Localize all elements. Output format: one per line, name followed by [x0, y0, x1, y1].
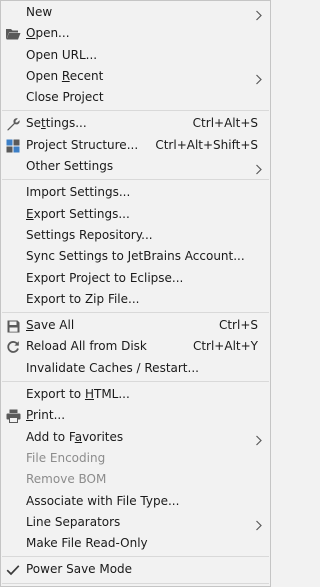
- menu-item-label: Line Separators: [26, 514, 121, 529]
- project-structure-icon: [5, 138, 21, 154]
- menu-item-label: Add to Favorites: [26, 429, 124, 444]
- menu-item-label: Other Settings: [26, 159, 114, 174]
- chevron-right-icon: [254, 7, 264, 21]
- menu-item-associate-with-file-type[interactable]: Associate with File Type...: [1, 491, 270, 512]
- menu-item-export-to-zip-file[interactable]: Export to Zip File...: [1, 289, 270, 310]
- menu-item-make-file-read-only[interactable]: Make File Read-Only: [1, 533, 270, 554]
- menu-item-other-settings[interactable]: Other Settings: [1, 156, 270, 177]
- menu-item-label: Export to HTML...: [26, 387, 130, 402]
- menu-item-shortcut: Ctrl+Alt+Y: [192, 339, 258, 354]
- menu-item-label: Print...: [26, 408, 66, 423]
- menu-item-label: Power Save Mode: [26, 562, 133, 577]
- menu-item-settings[interactable]: Settings... Ctrl+Alt+S: [1, 113, 270, 134]
- menu-item-label: Open URL...: [26, 47, 98, 62]
- menu-item-power-save-mode[interactable]: Power Save Mode: [1, 559, 270, 580]
- menu-item-label: Reload All from Disk: [26, 339, 147, 354]
- menu-item-add-to-favorites[interactable]: Add to Favorites: [1, 427, 270, 448]
- menu-item-save-all[interactable]: Save All Ctrl+S: [1, 315, 270, 336]
- chevron-right-icon: [254, 161, 264, 175]
- menu-item-label: Settings...: [26, 116, 87, 131]
- folder-open-icon: [5, 26, 21, 42]
- menu-item-close-project[interactable]: Close Project: [1, 87, 270, 108]
- menu-item-label: Close Project: [26, 90, 104, 105]
- wrench-icon: [5, 116, 21, 132]
- menu-item-file-encoding: File Encoding: [1, 448, 270, 469]
- menu-item-invalidate-caches-restart[interactable]: Invalidate Caches / Restart...: [1, 358, 270, 379]
- chevron-right-icon: [254, 517, 264, 531]
- menu-item-label: File Encoding: [26, 450, 106, 465]
- menu-item-label: Export to Zip File...: [26, 291, 140, 306]
- menu-item-export-to-html[interactable]: Export to HTML...: [1, 384, 270, 405]
- menu-item-print[interactable]: Print...: [1, 405, 270, 426]
- menu-item-shortcut: Ctrl+Alt+Shift+S: [155, 137, 258, 152]
- menu-item-new[interactable]: New: [1, 2, 270, 23]
- menu-item-line-separators[interactable]: Line Separators: [1, 512, 270, 533]
- menu-item-reload-all-from-disk[interactable]: Reload All from Disk Ctrl+Alt+Y: [1, 336, 270, 357]
- menu-item-shortcut: Ctrl+S: [218, 318, 258, 333]
- menu-item-label: Open...: [26, 26, 70, 41]
- menu-item-label: Export Project to Eclipse...: [26, 270, 184, 285]
- menu-item-export-settings[interactable]: Export Settings...: [1, 204, 270, 225]
- reload-icon: [5, 339, 21, 355]
- menu-item-label: Sync Settings to JetBrains Account...: [26, 249, 245, 264]
- menu-item-label: Associate with File Type...: [26, 493, 180, 508]
- menu-item-label: Invalidate Caches / Restart...: [26, 360, 199, 375]
- menu-item-label: Remove BOM: [26, 472, 107, 487]
- menu-item-label: Make File Read-Only: [26, 536, 148, 551]
- menu-item-settings-repository[interactable]: Settings Repository...: [1, 225, 270, 246]
- save-icon: [5, 318, 21, 334]
- menu-item-label: Export Settings...: [26, 206, 130, 221]
- menu-item-label: New: [26, 5, 53, 19]
- menu-item-label: Project Structure...: [26, 137, 139, 152]
- menu-item-label: Open Recent: [26, 68, 104, 83]
- file-menu: New Open... Open URL... Open Recent Close Pr…: [0, 0, 271, 587]
- menu-item-label: Import Settings...: [26, 185, 131, 200]
- menu-item-sync-settings-to-jetbrains-account[interactable]: Sync Settings to JetBrains Account...: [1, 246, 270, 267]
- menu-item-remove-bom: Remove BOM: [1, 469, 270, 490]
- chevron-right-icon: [254, 432, 264, 446]
- menu-item-export-project-to-eclipse[interactable]: Export Project to Eclipse...: [1, 268, 270, 289]
- menu-item-label: Save All: [26, 318, 75, 333]
- menu-item-shortcut: Ctrl+Alt+S: [192, 116, 258, 131]
- chevron-right-icon: [254, 71, 264, 85]
- menu-item-project-structure[interactable]: Project Structure... Ctrl+Alt+Shift+S: [1, 135, 270, 156]
- menu-item-open[interactable]: Open...: [1, 23, 270, 44]
- menu-item-import-settings[interactable]: Import Settings...: [1, 182, 270, 203]
- checkmark-icon: [5, 562, 21, 578]
- print-icon: [5, 408, 21, 424]
- menu-item-label: Settings Repository...: [26, 227, 153, 242]
- menu-item-open-url[interactable]: Open URL...: [1, 45, 270, 66]
- menu-item-open-recent[interactable]: Open Recent: [1, 66, 270, 87]
